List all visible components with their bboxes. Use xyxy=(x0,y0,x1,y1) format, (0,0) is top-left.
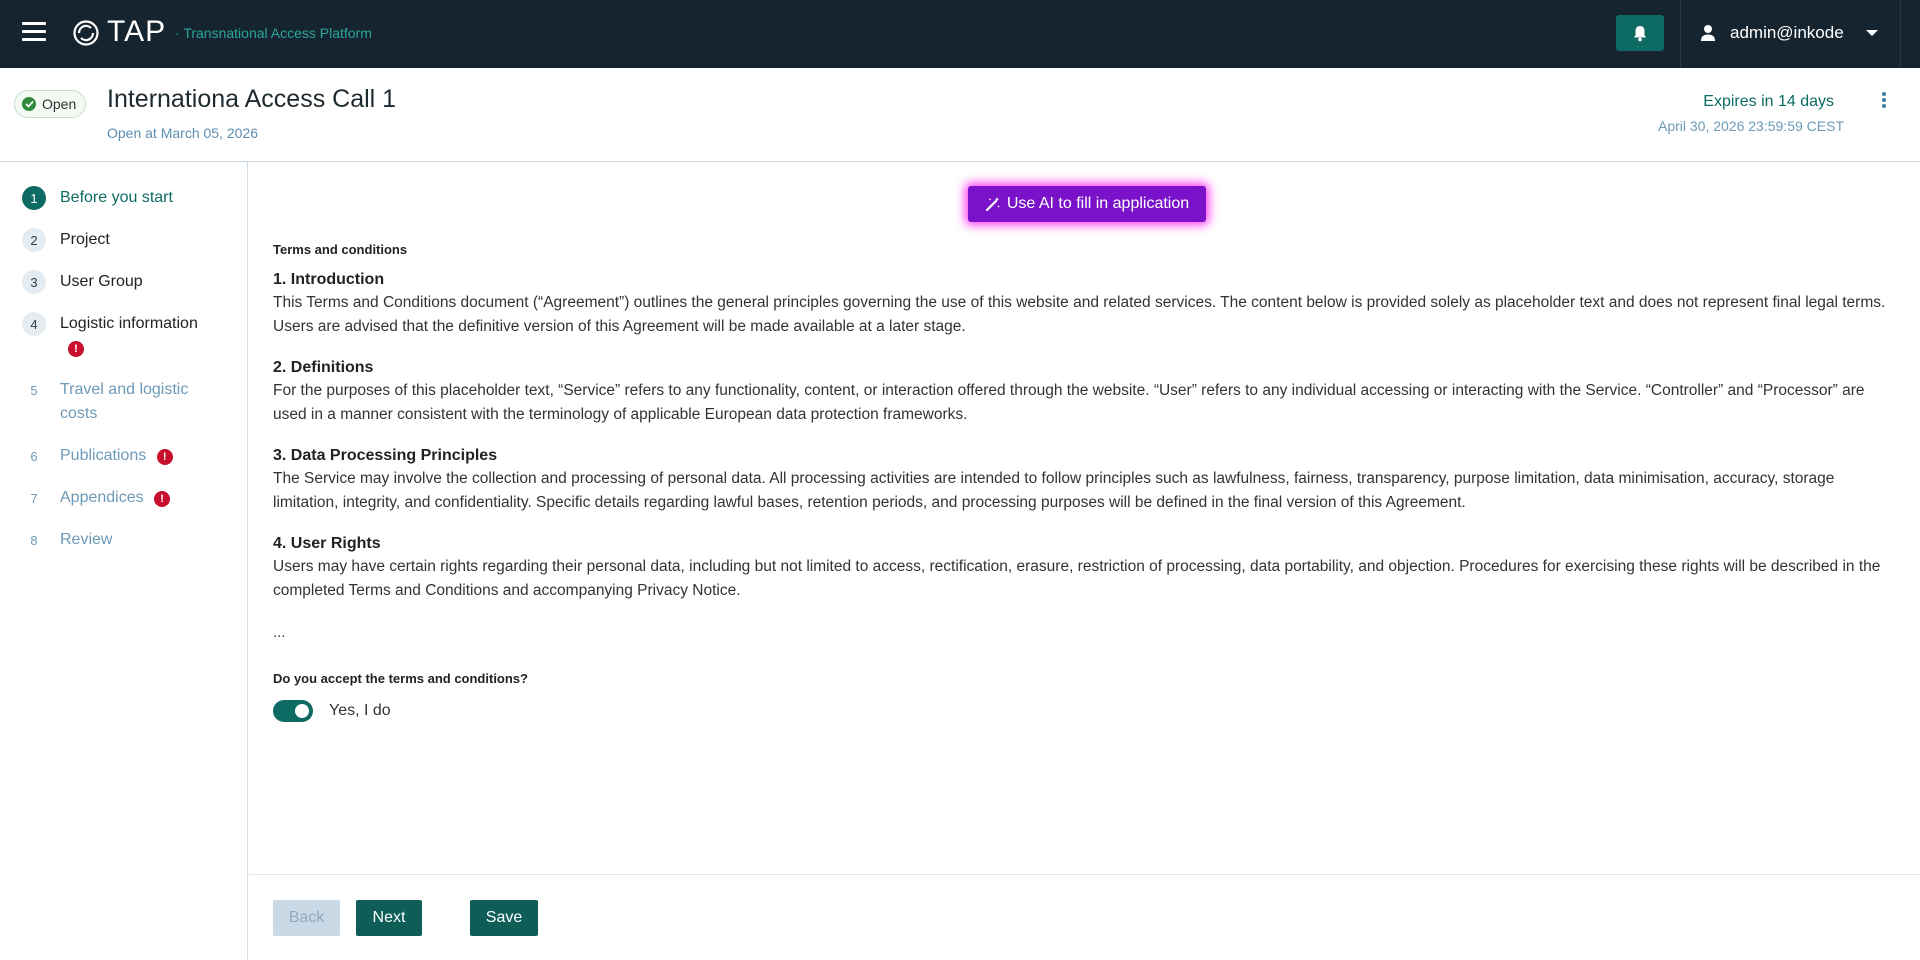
user-name: admin@inkode xyxy=(1730,23,1844,42)
step-label: Travel and logistic costs xyxy=(60,381,189,422)
call-header: Open Internationa Access Call 1 Open at … xyxy=(0,68,1920,162)
terms-section-data-processing: 3. Data Processing Principles The Servic… xyxy=(273,447,1899,515)
footer-divider xyxy=(249,874,1920,875)
step-review[interactable]: 8 Review xyxy=(22,528,112,552)
step-number: 7 xyxy=(30,490,38,506)
status-text: Open xyxy=(42,96,77,112)
step-project[interactable]: 2 Project xyxy=(22,228,110,252)
top-bar: TAP · Transnational Access Platform admi… xyxy=(0,0,1920,68)
section-body: This Terms and Conditions document (“Agr… xyxy=(273,294,1886,335)
step-label: Before you start xyxy=(60,189,173,206)
step-label: Project xyxy=(60,231,110,248)
step-number: 3 xyxy=(22,270,46,294)
section-body: The Service may involve the collection a… xyxy=(273,470,1835,511)
step-number: 2 xyxy=(22,228,46,252)
accept-terms-label: Yes, I do xyxy=(329,702,391,719)
user-icon xyxy=(1701,25,1715,41)
terms-ellipsis: ... xyxy=(273,624,286,641)
magic-wand-icon xyxy=(985,197,1000,212)
more-options-icon[interactable] xyxy=(1880,92,1888,110)
step-travel-and-logistic-costs[interactable]: 5 Travel and logistic costs xyxy=(22,378,200,426)
warning-icon: ! xyxy=(68,341,84,357)
topbar-divider-right xyxy=(1900,0,1901,68)
logo-subtitle-text: Transnational Access Platform xyxy=(183,25,372,41)
step-appendices[interactable]: 7 Appendices ! xyxy=(22,486,171,510)
section-heading: 2. Definitions xyxy=(273,359,374,376)
status-badge: Open xyxy=(14,90,87,118)
step-publications[interactable]: 6 Publications ! xyxy=(22,444,173,468)
step-label: Appendices ! xyxy=(60,486,171,510)
step-number: 6 xyxy=(30,448,38,464)
warning-icon: ! xyxy=(154,491,171,507)
terms-section-user-rights: 4. User Rights Users may have certain ri… xyxy=(273,535,1899,603)
ai-fill-button[interactable]: Use AI to fill in application xyxy=(968,186,1206,222)
step-label-text: Logistic information xyxy=(60,315,198,332)
call-open-date: Open at March 05, 2026 xyxy=(107,125,258,141)
accept-terms-toggle[interactable] xyxy=(273,700,313,722)
section-heading: 4. User Rights xyxy=(273,535,381,552)
section-heading: 3. Data Processing Principles xyxy=(273,447,498,464)
step-before-you-start[interactable]: 1 Before you start xyxy=(22,186,173,210)
step-label-text: Appendices xyxy=(60,489,144,506)
terms-section-introduction: 1. Introduction This Terms and Condition… xyxy=(273,271,1899,339)
tap-logo-icon xyxy=(73,20,99,46)
step-label: Review xyxy=(60,531,113,548)
menu-icon[interactable] xyxy=(22,22,46,42)
accept-terms-question: Do you accept the terms and conditions? xyxy=(273,671,528,686)
accept-terms-toggle-row[interactable]: Yes, I do xyxy=(273,700,391,722)
terms-title: Terms and conditions xyxy=(273,242,408,257)
terms-section-definitions: 2. Definitions For the purposes of this … xyxy=(273,359,1899,427)
topbar-divider xyxy=(1680,0,1681,68)
step-number: 1 xyxy=(22,186,46,210)
user-menu[interactable]: admin@inkode xyxy=(1700,20,1878,46)
back-button[interactable]: Back xyxy=(273,900,340,936)
section-body: Users may have certain rights regarding … xyxy=(273,558,1881,599)
next-button[interactable]: Next xyxy=(356,900,422,936)
section-heading: 1. Introduction xyxy=(273,271,385,288)
logo-subtitle: · Transnational Access Platform xyxy=(175,25,372,41)
page-title: Internationa Access Call 1 xyxy=(107,85,397,113)
section-body: For the purposes of this placeholder tex… xyxy=(273,382,1865,423)
step-label: Logistic information ! xyxy=(60,312,198,360)
bell-icon xyxy=(1634,25,1646,41)
chevron-down-icon xyxy=(1865,30,1878,36)
expires-countdown: Expires in 14 days xyxy=(1703,93,1834,110)
step-number: 5 xyxy=(30,382,38,398)
steps-sidebar: 1 Before you start 2 Project 3 User Grou… xyxy=(0,162,248,960)
step-user-group[interactable]: 3 User Group xyxy=(22,270,143,294)
step-label: User Group xyxy=(60,273,143,290)
step-label: Publications ! xyxy=(60,444,173,468)
step-number: 8 xyxy=(30,532,38,548)
notifications-button[interactable] xyxy=(1616,15,1664,51)
ai-fill-button-label: Use AI to fill in application xyxy=(1006,195,1190,212)
check-circle-icon xyxy=(22,97,36,111)
save-button[interactable]: Save xyxy=(470,900,538,936)
logo-text: TAP xyxy=(107,15,167,48)
call-deadline: April 30, 2026 23:59:59 CEST xyxy=(1657,118,1844,134)
step-logistic-information[interactable]: 4 Logistic information ! xyxy=(22,312,198,360)
step-number: 4 xyxy=(22,312,46,336)
step-label-text: Publications xyxy=(60,447,147,464)
warning-icon: ! xyxy=(156,449,173,465)
toggle-knob xyxy=(295,704,309,718)
